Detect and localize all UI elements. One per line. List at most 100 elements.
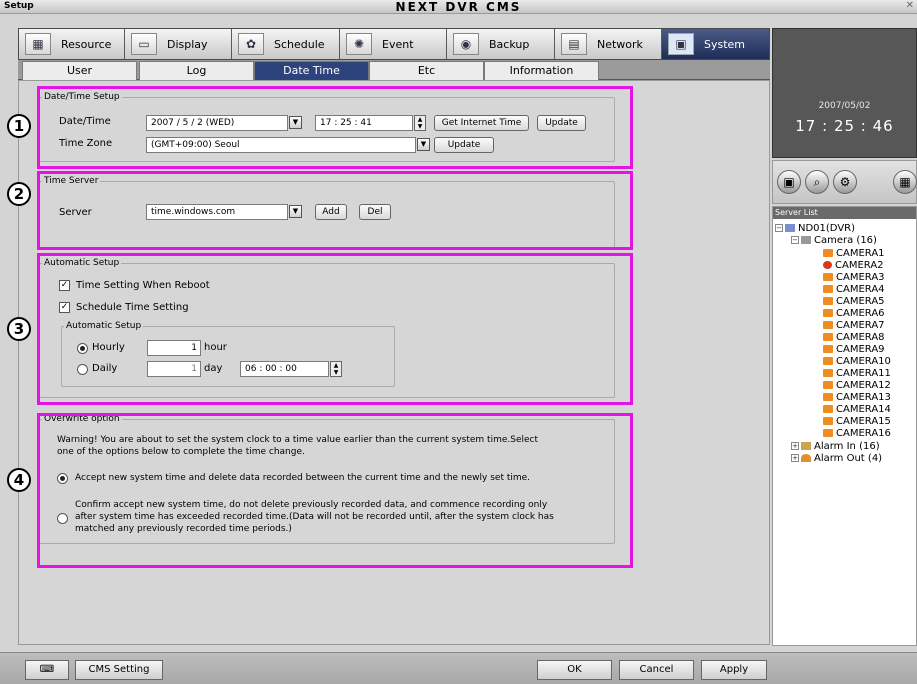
live-view-icon[interactable]: ▣ — [777, 170, 801, 194]
tree-camera-item[interactable]: CAMERA10 — [823, 356, 891, 368]
tree-camera-item[interactable]: CAMERA2 — [823, 260, 884, 272]
camera-icon — [823, 417, 833, 425]
close-icon[interactable]: ✕ — [906, 0, 914, 11]
tree-camera-item[interactable]: CAMERA6 — [823, 308, 885, 320]
callout-1: 1 — [7, 114, 31, 138]
tree-alarm-in[interactable]: + Alarm In (16) — [791, 441, 880, 453]
tab-label: Backup — [489, 37, 530, 51]
tree-camera-item[interactable]: CAMERA16 — [823, 428, 891, 440]
camera-icon — [823, 345, 833, 353]
layout-icon[interactable]: ▦ — [893, 170, 917, 194]
tree-camera-item[interactable]: CAMERA7 — [823, 320, 885, 332]
main-tab-bar: ▦ Resource ▭ Display ✿ Schedule ✺ Event ◉ Bac… — [18, 28, 770, 60]
tab-backup[interactable]: ◉ Backup — [447, 29, 555, 59]
callout-3: 3 — [7, 317, 31, 341]
tree-camera-item[interactable]: CAMERA12 — [823, 380, 891, 392]
tab-network[interactable]: ▤ Network — [555, 29, 662, 59]
expand-icon[interactable]: + — [791, 454, 799, 462]
camera-label: CAMERA13 — [836, 392, 891, 403]
subtab-information[interactable]: Information — [484, 61, 599, 80]
tab-system[interactable]: ▣ System — [662, 29, 769, 59]
camera-label: CAMERA10 — [836, 356, 891, 367]
tree-camera-item[interactable]: CAMERA9 — [823, 344, 885, 356]
camera-label: CAMERA9 — [836, 344, 885, 355]
event-icon: ✺ — [346, 33, 372, 55]
cms-setting-button[interactable]: CMS Setting — [75, 660, 163, 680]
camera-label: CAMERA3 — [836, 272, 885, 283]
camera-icon — [823, 369, 833, 377]
tab-event[interactable]: ✺ Event — [340, 29, 447, 59]
tree-alarm-out[interactable]: + Alarm Out (4) — [791, 453, 882, 465]
camera-label: CAMERA5 — [836, 296, 885, 307]
subtab-date-time[interactable]: Date Time — [254, 61, 369, 80]
camera-label: CAMERA16 — [836, 428, 891, 439]
camera-label: CAMERA14 — [836, 404, 891, 415]
resource-icon: ▦ — [25, 33, 51, 55]
camera-icon — [823, 285, 833, 293]
clock-panel: 2007/05/02 17 : 25 : 46 — [772, 28, 917, 158]
camera-icon — [823, 321, 833, 329]
clock-time: 17 : 25 : 46 — [795, 117, 894, 135]
schedule-icon: ✿ — [238, 33, 264, 55]
callout-2: 2 — [7, 182, 31, 206]
tree-camera-item[interactable]: CAMERA14 — [823, 404, 891, 416]
camera-icon — [823, 429, 833, 437]
camera-label: CAMERA1 — [836, 248, 885, 259]
alarm-in-icon — [801, 442, 811, 450]
camera-group-label: Camera (16) — [814, 235, 877, 246]
dvr-name: ND01(DVR) — [798, 223, 856, 234]
camera-label: CAMERA15 — [836, 416, 891, 427]
sub-tab-bar: User Log Date Time Etc Information — [18, 60, 770, 80]
tab-label: Display — [167, 37, 208, 51]
bottom-bar: ⌨ CMS Setting OK Cancel Apply — [0, 652, 917, 684]
collapse-icon[interactable]: − — [775, 224, 783, 232]
camera-label: CAMERA7 — [836, 320, 885, 331]
tree-camera-item[interactable]: CAMERA1 — [823, 248, 885, 260]
backup-icon: ◉ — [453, 33, 479, 55]
subtab-log[interactable]: Log — [139, 61, 254, 80]
tree-camera-group[interactable]: − Camera (16) — [791, 235, 877, 247]
cancel-button[interactable]: Cancel — [619, 660, 694, 680]
tree-camera-item[interactable]: CAMERA3 — [823, 272, 885, 284]
dvr-icon — [785, 224, 795, 232]
camera-recording-icon — [823, 261, 832, 269]
apply-button[interactable]: Apply — [701, 660, 767, 680]
highlight-box-4 — [37, 413, 633, 568]
tab-schedule[interactable]: ✿ Schedule — [232, 29, 340, 59]
alarm-out-label: Alarm Out (4) — [814, 453, 883, 464]
search-icon[interactable]: ⌕ — [805, 170, 829, 194]
tree-camera-item[interactable]: CAMERA4 — [823, 284, 885, 296]
camera-icon — [823, 333, 833, 341]
ok-button[interactable]: OK — [537, 660, 612, 680]
tree-camera-item[interactable]: CAMERA5 — [823, 296, 885, 308]
date-time-panel: Date/Time Setup Date/Time 2007 / 5 / 2 (… — [18, 80, 770, 645]
subtab-etc[interactable]: Etc — [369, 61, 484, 80]
keyboard-icon[interactable]: ⌨ — [25, 660, 69, 680]
camera-group-icon — [801, 236, 811, 244]
tab-label: Resource — [61, 37, 112, 51]
camera-label: CAMERA11 — [836, 368, 891, 379]
camera-icon — [823, 405, 833, 413]
setup-icon[interactable]: ⚙ — [833, 170, 857, 194]
tree-dvr-node[interactable]: − ND01(DVR) — [775, 223, 855, 235]
camera-icon — [823, 393, 833, 401]
tool-icon-bar: ▣ ⌕ ⚙ ▦ — [772, 160, 917, 204]
subtab-user[interactable]: User — [22, 61, 137, 80]
camera-icon — [823, 297, 833, 305]
tab-resource[interactable]: ▦ Resource — [19, 29, 125, 59]
tree-camera-item[interactable]: CAMERA13 — [823, 392, 891, 404]
expand-icon[interactable]: + — [791, 442, 799, 450]
camera-label: CAMERA12 — [836, 380, 891, 391]
tree-camera-item[interactable]: CAMERA8 — [823, 332, 885, 344]
camera-label: CAMERA8 — [836, 332, 885, 343]
tab-display[interactable]: ▭ Display — [125, 29, 232, 59]
camera-label: CAMERA6 — [836, 308, 885, 319]
tree-camera-item[interactable]: CAMERA15 — [823, 416, 891, 428]
server-list-panel: Server List − ND01(DVR) − Camera (16) CAME… — [772, 206, 917, 646]
collapse-icon[interactable]: − — [791, 236, 799, 244]
camera-icon — [823, 357, 833, 365]
highlight-box-2 — [37, 171, 633, 250]
tree-camera-item[interactable]: CAMERA11 — [823, 368, 891, 380]
camera-icon — [823, 309, 833, 317]
system-icon: ▣ — [668, 33, 694, 55]
